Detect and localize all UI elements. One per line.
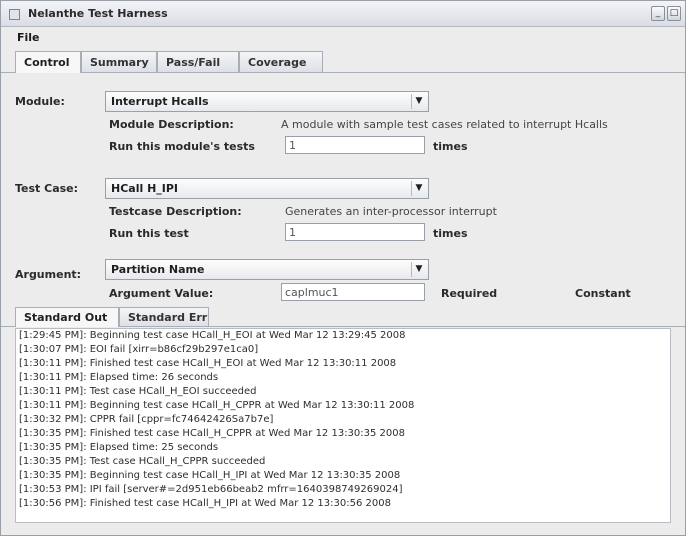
argument-required-label: Required [441,287,498,300]
menu-file[interactable]: File [17,31,40,44]
console-line: [1:30:35 PM]: Beginning test case HCall_… [19,470,401,481]
tab-pass-fail[interactable]: Pass/Fail [157,51,239,73]
testcase-times-label: times [433,227,468,240]
console-line: [1:30:32 PM]: CPPR fail [cppr=fc74642426… [19,414,274,425]
argument-label: Argument: [15,268,82,281]
chevron-down-icon: ▼ [411,94,426,109]
module-run-count-input[interactable]: 1 [285,136,425,154]
tab-summary[interactable]: Summary [81,51,157,73]
testcase-run-count-input[interactable]: 1 [285,223,425,241]
tab-standard-err[interactable]: Standard Err [119,307,209,327]
chevron-down-icon: ▼ [411,181,426,196]
module-run-label: Run this module's tests [109,140,255,153]
console-line: [1:30:11 PM]: Beginning test case HCall_… [19,400,415,411]
module-select-value: Interrupt Hcalls [111,95,209,108]
testcase-select-value: HCall H_IPI [111,182,179,195]
tab-standard-out[interactable]: Standard Out [15,307,119,327]
module-times-label: times [433,140,468,153]
maximize-icon: □ [669,8,679,18]
minimize-button[interactable]: _ [651,6,665,21]
testcase-description-label: Testcase Description: [109,205,242,218]
console-output[interactable]: [1:29:45 PM]: Beginning test case HCall_… [15,328,671,523]
title-bar[interactable]: Nelanthe Test Harness _ □ [1,1,685,27]
console-line: [1:30:35 PM]: Finished test case HCall_H… [19,428,406,439]
module-label: Module: [15,95,65,108]
console-line: [1:30:11 PM]: Finished test case HCall_H… [19,358,397,369]
console-line: [1:30:11 PM]: Elapsed time: 26 seconds [19,372,219,383]
module-select[interactable]: Interrupt Hcalls ▼ [105,91,429,112]
tab-divider [1,72,685,73]
tab-control[interactable]: Control [15,51,81,73]
testcase-select[interactable]: HCall H_IPI ▼ [105,178,429,199]
menu-bar: File [1,27,685,47]
module-description-label: Module Description: [109,118,234,131]
window-title: Nelanthe Test Harness [28,7,168,20]
argument-value-label: Argument Value: [109,287,214,300]
minimize-icon: _ [655,8,661,18]
console-line: [1:29:45 PM]: Beginning test case HCall_… [19,330,406,341]
module-run-count-value: 1 [289,139,296,152]
argument-select[interactable]: Partition Name ▼ [105,259,429,280]
chevron-down-icon: ▼ [411,262,426,277]
console-line: [1:30:11 PM]: Test case HCall_H_EOI succ… [19,386,257,397]
console-line: [1:30:35 PM]: Test case HCall_H_CPPR suc… [19,456,266,467]
testcase-run-label: Run this test [109,227,189,240]
app-window: Nelanthe Test Harness _ □ File Control S… [0,0,686,536]
console-line: [1:30:56 PM]: Finished test case HCall_H… [19,498,391,509]
argument-select-value: Partition Name [111,263,205,276]
maximize-button[interactable]: □ [667,6,681,21]
testcase-run-count-value: 1 [289,226,296,239]
console-line: [1:30:07 PM]: EOI fail [xirr=b86cf29b297… [19,344,259,355]
app-icon [9,9,20,20]
console-line: [1:30:53 PM]: IPI fail [server#=2d951eb6… [19,484,403,495]
tab-coverage[interactable]: Coverage [239,51,323,73]
argument-value-text: caplmuc1 [285,286,339,299]
console-line: [1:30:35 PM]: Elapsed time: 25 seconds [19,442,219,453]
testcase-description: Generates an inter-processor interrupt [285,205,497,218]
argument-constant-label: Constant [575,287,631,300]
module-description: A module with sample test cases related … [281,118,608,131]
testcase-label: Test Case: [15,182,79,195]
argument-value-input[interactable]: caplmuc1 [281,283,425,301]
